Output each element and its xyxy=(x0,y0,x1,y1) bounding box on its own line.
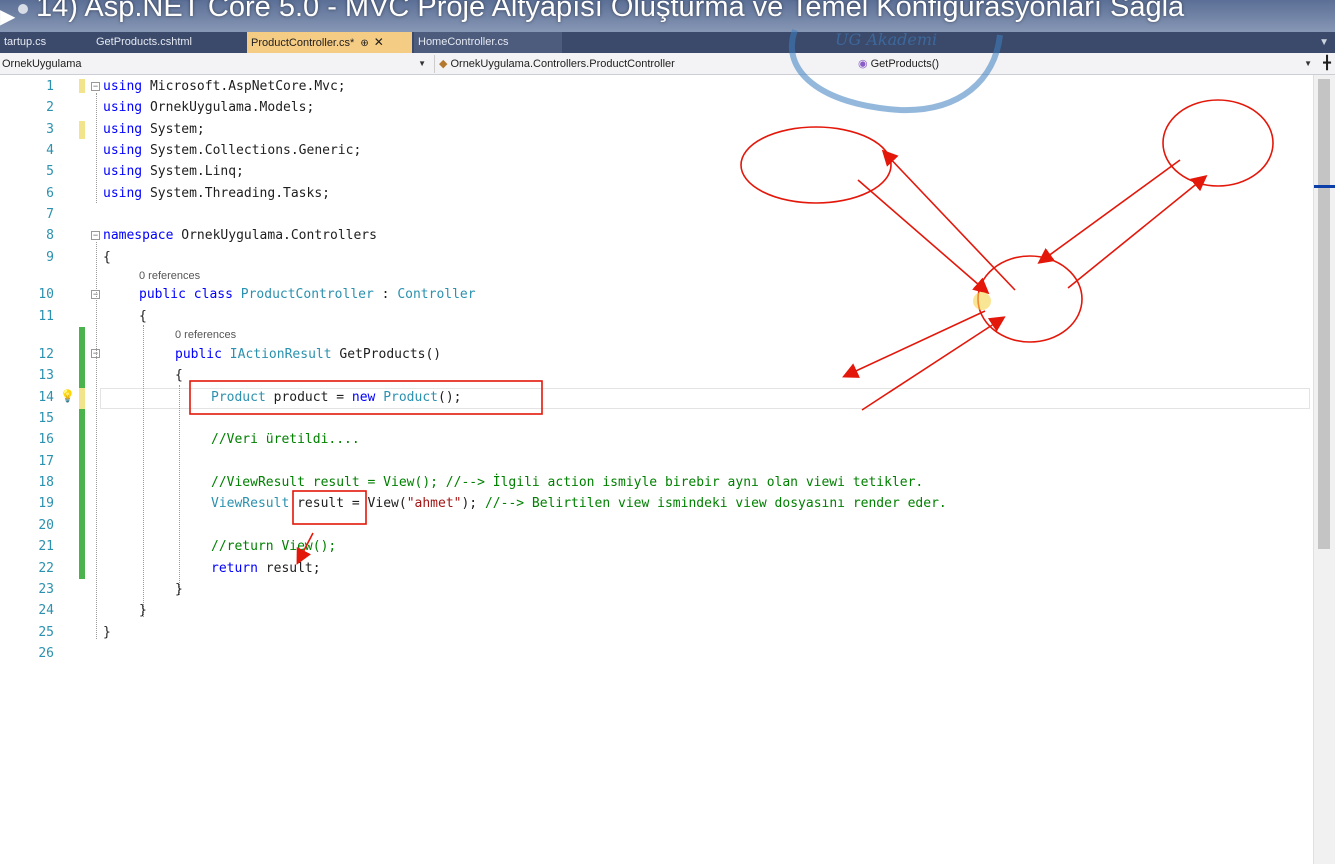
code-line[interactable]: return result; xyxy=(211,561,321,576)
video-title: 14) Asp.NET Core 5.0 - MVC Proje Altyapı… xyxy=(36,0,1185,23)
video-title-bar: ▶ 14) Asp.NET Core 5.0 - MVC Proje Altya… xyxy=(0,0,1335,32)
code-line[interactable]: } xyxy=(139,603,147,618)
outline-guide xyxy=(96,93,97,203)
tab-getproducts-cshtml[interactable]: GetProducts.cshtml xyxy=(92,32,196,53)
line-number: 16 xyxy=(38,432,54,447)
indent-guide xyxy=(179,385,180,595)
line-number: 25 xyxy=(38,625,54,640)
line-number: 6 xyxy=(46,186,54,201)
line-number: 3 xyxy=(46,122,54,137)
codelens-references[interactable]: 0 references xyxy=(139,270,200,282)
close-icon[interactable]: ✕ xyxy=(374,35,384,49)
member-dropdown[interactable]: ◉ GetProducts() ▼ xyxy=(858,55,1312,73)
play-icon[interactable]: ▶ xyxy=(0,4,15,29)
line-number: 23 xyxy=(38,582,54,597)
line-number: 10 xyxy=(38,287,54,302)
line-number: 14 xyxy=(38,390,54,405)
code-line[interactable]: { xyxy=(103,250,111,265)
collapse-icon[interactable]: − xyxy=(91,231,100,240)
code-line[interactable]: { xyxy=(139,309,147,324)
code-comment[interactable]: //ViewResult result = View(); //--> İlgi… xyxy=(211,475,923,490)
tab-startup[interactable]: tartup.cs xyxy=(0,32,50,53)
code-line[interactable]: using System.Linq; xyxy=(103,164,244,179)
navigation-bar: OrnekUygulama ▼ ◆ OrnekUygulama.Controlle… xyxy=(0,53,1335,75)
line-number: 19 xyxy=(38,496,54,511)
code-line[interactable]: ViewResult result = View("ahmet"); //-->… xyxy=(211,496,947,511)
line-number: 15 xyxy=(38,411,54,426)
code-line[interactable]: public class ProductController : Control… xyxy=(139,287,476,302)
change-bar-saved xyxy=(79,327,85,579)
code-line[interactable]: public IActionResult GetProducts() xyxy=(175,347,441,362)
split-editor-icon[interactable]: ╋ xyxy=(1323,55,1331,71)
line-number: 13 xyxy=(38,368,54,383)
code-line[interactable]: Product product = new Product(); xyxy=(211,390,461,405)
line-number: 8 xyxy=(46,228,54,243)
scroll-position-marker xyxy=(1314,185,1335,188)
line-number: 11 xyxy=(38,309,54,324)
line-number: 7 xyxy=(46,207,54,222)
dropdown-arrow-icon[interactable]: ▼ xyxy=(1304,55,1312,73)
method-icon: ◉ xyxy=(858,58,868,70)
code-comment[interactable]: //Veri üretildi.... xyxy=(211,432,360,447)
code-line[interactable]: using OrnekUygulama.Models; xyxy=(103,100,314,115)
code-line[interactable]: namespace OrnekUygulama.Controllers xyxy=(103,228,377,243)
code-line[interactable]: } xyxy=(175,582,183,597)
line-number: 21 xyxy=(38,539,54,554)
document-tab-strip: tartup.cs GetProducts.cshtml ProductCont… xyxy=(0,32,1335,53)
line-number: 5 xyxy=(46,164,54,179)
code-comment[interactable]: //return View(); xyxy=(211,539,336,554)
line-number: 22 xyxy=(38,561,54,576)
line-number: 20 xyxy=(38,518,54,533)
scrollbar-thumb[interactable] xyxy=(1318,79,1330,549)
line-number: 2 xyxy=(46,100,54,115)
code-line[interactable]: } xyxy=(103,625,111,640)
line-number: 12 xyxy=(38,347,54,362)
code-line[interactable]: using System.Collections.Generic; xyxy=(103,143,361,158)
change-bar-modified xyxy=(79,79,85,93)
change-bar-modified xyxy=(79,388,85,409)
code-line[interactable]: using Microsoft.AspNetCore.Mvc; xyxy=(103,79,346,94)
line-number: 9 xyxy=(46,250,54,265)
line-number: 17 xyxy=(38,454,54,469)
collapse-icon[interactable]: − xyxy=(91,82,100,91)
codelens-references[interactable]: 0 references xyxy=(175,329,236,341)
tab-productcontroller[interactable]: ProductController.cs* ⊕ ✕ xyxy=(247,32,412,53)
class-icon: ◆ xyxy=(439,58,448,70)
change-bar-modified xyxy=(79,121,85,139)
code-line[interactable]: using System.Threading.Tasks; xyxy=(103,186,330,201)
code-line[interactable]: using System; xyxy=(103,122,205,137)
pin-icon[interactable]: ⊕ xyxy=(360,38,368,49)
vertical-scrollbar[interactable] xyxy=(1313,75,1335,864)
line-number: 4 xyxy=(46,143,54,158)
indent-guide xyxy=(143,325,144,617)
class-dropdown[interactable]: ◆ OrnekUygulama.Controllers.ProductContro… xyxy=(434,55,854,73)
outline-guide xyxy=(96,242,97,639)
code-line[interactable]: { xyxy=(175,368,183,383)
settings-dot-icon xyxy=(18,4,28,14)
project-dropdown[interactable]: OrnekUygulama ▼ xyxy=(2,55,428,73)
dropdown-arrow-icon[interactable]: ▼ xyxy=(418,55,426,73)
tab-overflow-icon[interactable]: ▼ xyxy=(1319,32,1329,53)
lightbulb-icon[interactable]: 💡 xyxy=(60,389,75,403)
line-number: 24 xyxy=(38,603,54,618)
line-number: 1 xyxy=(46,79,54,94)
line-number: 18 xyxy=(38,475,54,490)
code-editor[interactable]: 💡 − − − − 1 2 3 4 5 6 7 8 9 10 11 12 13 … xyxy=(0,75,1335,864)
line-number: 26 xyxy=(38,646,54,661)
tab-homecontroller[interactable]: HomeController.cs xyxy=(414,32,562,53)
